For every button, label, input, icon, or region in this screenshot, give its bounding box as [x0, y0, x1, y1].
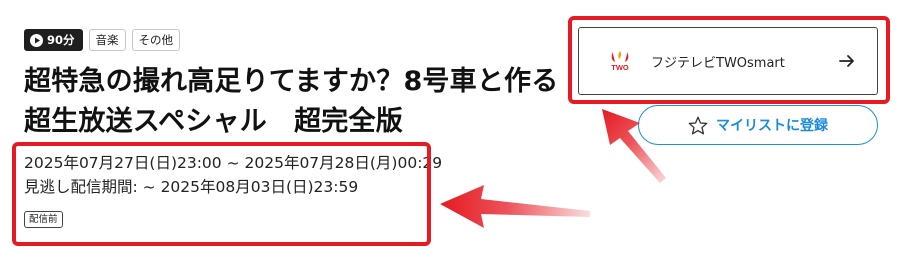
duration-tag: 90分 [24, 29, 83, 51]
channel-link-card[interactable]: TWO フジテレビTWOsmart [578, 27, 878, 95]
genre-tag-other[interactable]: その他 [131, 29, 181, 51]
mylist-label: マイリストに登録 [716, 118, 828, 134]
schedule-info: 2025年07月27日(日)23:00 ~ 2025年07月28日(月)00:2… [24, 151, 442, 199]
channel-logo-text: TWO [611, 63, 629, 72]
star-outline-icon [688, 116, 708, 134]
play-icon [30, 33, 43, 47]
program-title: 超特急の撮れ高足りてますか？8号車と作る超生放送スペシャル 超完全版 [24, 66, 559, 137]
broadcast-time: 2025年07月27日(日)23:00 ~ 2025年07月28日(月)00:2… [24, 154, 443, 172]
arrow-right-icon [839, 55, 854, 67]
arrow-to-schedule [440, 185, 590, 228]
duration-label: 90分 [47, 33, 75, 47]
status-badge: 配信前 [24, 211, 63, 228]
add-to-mylist-button[interactable]: マイリストに登録 [638, 105, 878, 145]
tag-row: 90分 音楽 その他 [24, 29, 181, 51]
channel-name: フジテレビTWOsmart [651, 55, 785, 71]
channel-logo-icon: TWO [611, 51, 629, 72]
genre-tag-music[interactable]: 音楽 [88, 29, 126, 51]
catchup-period: 見逃し配信期間: ~ 2025年08月03日(日)23:59 [24, 178, 359, 196]
